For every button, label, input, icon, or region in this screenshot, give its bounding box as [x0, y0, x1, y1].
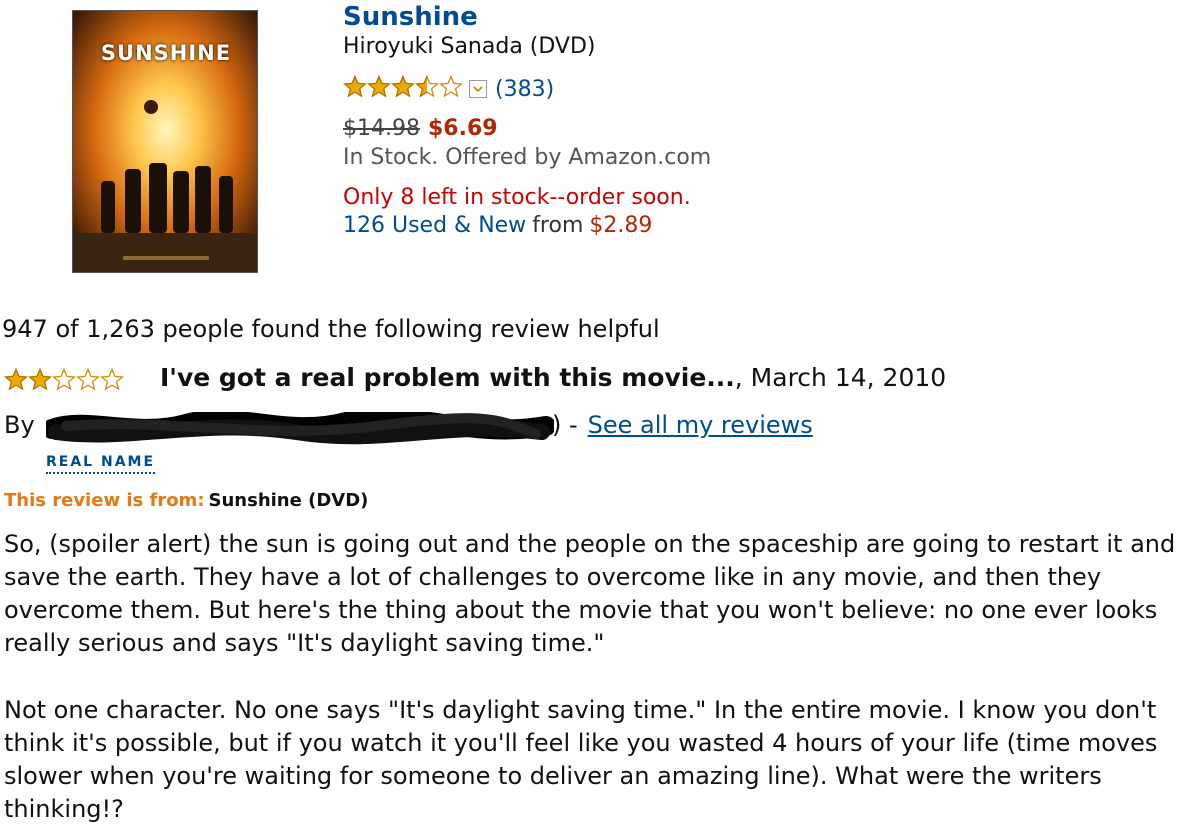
star-empty-icon: [52, 368, 76, 391]
review-date: , March 14, 2010: [734, 363, 947, 392]
star-full-icon: [343, 75, 367, 98]
cover-title: SUNSHINE: [100, 41, 232, 65]
review-paragraph: Not one character. No one says "It's day…: [4, 696, 1158, 823]
stock-status: In Stock. Offered by Amazon.com: [343, 145, 712, 170]
see-all-reviews-link[interactable]: See all my reviews: [588, 411, 813, 439]
review-source: This review is from: Sunshine (DVD): [4, 490, 368, 511]
price-line: $14.98 $6.69: [343, 116, 498, 141]
review-paragraph: So, (spoiler alert) the sun is going out…: [4, 530, 1176, 657]
used-new-price: $2.89: [589, 213, 653, 238]
star-half-icon: [415, 75, 439, 98]
star-full-icon: [367, 75, 391, 98]
byline-separator: ) -: [552, 411, 578, 439]
used-new-offers: 126 Used & New from $2.89: [343, 213, 652, 238]
real-name-badge[interactable]: REAL NAME: [46, 454, 156, 474]
list-price: $14.98: [343, 116, 420, 141]
star-full-icon: [391, 75, 415, 98]
review-source-label: This review is from:: [4, 490, 205, 511]
product-title-link[interactable]: Sunshine: [343, 2, 478, 32]
review-helpful-count: 947 of 1,263 people found the following …: [2, 315, 660, 343]
redacted-reviewer-name[interactable]: [42, 407, 556, 446]
star-empty-icon: [439, 75, 463, 98]
product-star-rating[interactable]: [343, 75, 463, 103]
review-source-product: Sunshine (DVD): [208, 490, 369, 511]
star-full-icon: [4, 368, 28, 391]
sale-price: $6.69: [427, 116, 498, 141]
star-empty-icon: [100, 368, 124, 391]
star-full-icon: [28, 368, 52, 391]
review-title: I've got a real problem with this movie.…: [160, 363, 735, 392]
review-heading: I've got a real problem with this movie.…: [160, 363, 946, 392]
byline-right: ) - See all my reviews: [552, 411, 813, 439]
product-rating[interactable]: (383): [343, 75, 554, 103]
review-star-rating: [4, 366, 124, 394]
chevron-down-icon[interactable]: [469, 80, 487, 98]
product-cover-image[interactable]: SUNSHINE: [72, 10, 258, 273]
used-new-link[interactable]: 126 Used & New: [343, 213, 526, 238]
low-stock-warning: Only 8 left in stock--order soon.: [343, 185, 691, 210]
star-empty-icon: [76, 368, 100, 391]
review-by-label: By: [4, 411, 35, 439]
rating-count-link[interactable]: (383): [495, 77, 554, 102]
used-new-from-text: from: [532, 213, 584, 238]
product-subtitle: Hiroyuki Sanada (DVD): [343, 34, 596, 59]
